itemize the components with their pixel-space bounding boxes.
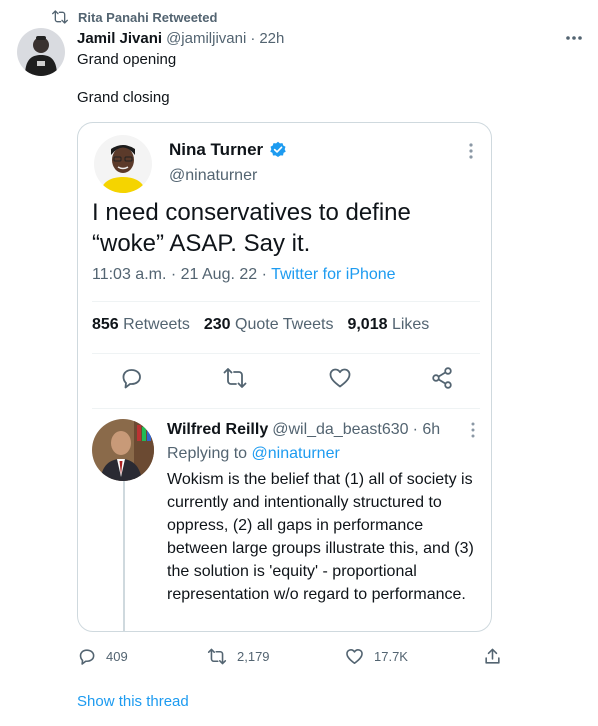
- quoted-tweet-stats: 856 Retweets 230 Quote Tweets 9,018 Like…: [92, 316, 429, 334]
- reply-header: Wilfred Reilly @wil_da_beast630 · 6h: [167, 421, 440, 439]
- quote-tweets-label: Quote Tweets: [235, 316, 334, 333]
- replying-to-label: Replying to: [167, 445, 252, 462]
- quote-tweets-count: 230: [203, 316, 231, 333]
- reply-count: 409: [106, 649, 128, 664]
- quoted-author-avatar[interactable]: [94, 135, 152, 193]
- tweet-source-link[interactable]: Twitter for iPhone: [271, 266, 396, 283]
- thread-line: [123, 469, 125, 631]
- quoted-tweet-text: I need conservatives to define “woke” AS…: [92, 199, 411, 257]
- more-vertical-icon[interactable]: [466, 141, 476, 161]
- likes-label: Likes: [391, 316, 430, 333]
- quote-tweets-stat[interactable]: 230 Quote Tweets: [204, 316, 334, 334]
- share-action[interactable]: [483, 647, 502, 666]
- verified-badge-icon: [269, 141, 287, 159]
- author-handle[interactable]: @jamiljivani: [166, 29, 246, 48]
- more-vertical-icon[interactable]: [468, 421, 478, 439]
- separator: ·: [250, 30, 256, 47]
- reply-icon[interactable]: [119, 366, 143, 390]
- reply-author-handle[interactable]: @wil_da_beast630: [272, 421, 408, 439]
- retweets-count: 856: [92, 316, 119, 333]
- reply-action[interactable]: 409: [77, 647, 128, 666]
- quoted-author-name-row: Nina Turner: [169, 140, 287, 160]
- retweet-icon[interactable]: [223, 366, 247, 390]
- share-upload-icon: [483, 647, 502, 666]
- reply-time[interactable]: · 6h: [413, 421, 441, 439]
- retweet-banner[interactable]: Rita Panahi Retweeted: [52, 8, 217, 26]
- show-thread-link[interactable]: Show this thread: [77, 693, 189, 710]
- reply-text: Wokism is the belief that (1) all of soc…: [167, 471, 474, 603]
- reply-icon: [77, 647, 96, 666]
- quoted-tweet-timestamp: 11:03 a.m. · 21 Aug. 22 · Twitter for iP…: [92, 266, 396, 284]
- quoted-tweet-actions: [92, 366, 480, 392]
- author-avatar[interactable]: [17, 28, 65, 76]
- more-horizontal-icon[interactable]: [560, 26, 588, 50]
- replying-to: Replying to @ninaturner: [167, 445, 340, 463]
- like-action[interactable]: 17.7K: [345, 647, 408, 666]
- tweet-actions: 409 2,179 17.7K: [77, 647, 517, 669]
- reply-author-name[interactable]: Wilfred Reilly: [167, 421, 268, 439]
- divider: [92, 353, 480, 354]
- retweet-count: 2,179: [237, 649, 270, 664]
- divider: [92, 301, 480, 302]
- like-icon: [345, 647, 364, 666]
- retweet-action[interactable]: 2,179: [207, 647, 270, 666]
- retweets-stat[interactable]: 856 Retweets: [92, 316, 190, 334]
- like-count: 17.7K: [374, 649, 408, 664]
- likes-stat[interactable]: 9,018 Likes: [347, 316, 429, 334]
- reply-author-avatar[interactable]: [92, 419, 154, 481]
- tweet-text: Grand opening Grand closing: [77, 51, 177, 106]
- retweets-label: Retweets: [123, 316, 190, 333]
- quoted-tweet-card[interactable]: Nina Turner @ninaturner I need conservat…: [77, 122, 492, 632]
- quoted-tweet-time[interactable]: 11:03 a.m. · 21 Aug. 22 ·: [92, 266, 271, 283]
- replying-to-handle[interactable]: @ninaturner: [252, 445, 340, 462]
- author-name[interactable]: Jamil Jivani: [77, 29, 162, 48]
- share-icon[interactable]: [430, 366, 454, 390]
- quoted-author-handle[interactable]: @ninaturner: [169, 167, 257, 185]
- like-icon[interactable]: [328, 366, 352, 390]
- quoted-author-name[interactable]: Nina Turner: [169, 140, 263, 160]
- likes-count: 9,018: [347, 316, 388, 333]
- retweet-icon: [207, 647, 227, 666]
- retweet-icon: [52, 10, 68, 24]
- tweet-time[interactable]: 22h: [259, 29, 284, 48]
- retweet-banner-text: Rita Panahi Retweeted: [78, 9, 218, 25]
- divider: [92, 408, 480, 409]
- tweet-header: Jamil Jivani @jamiljivani · 22h: [77, 29, 284, 48]
